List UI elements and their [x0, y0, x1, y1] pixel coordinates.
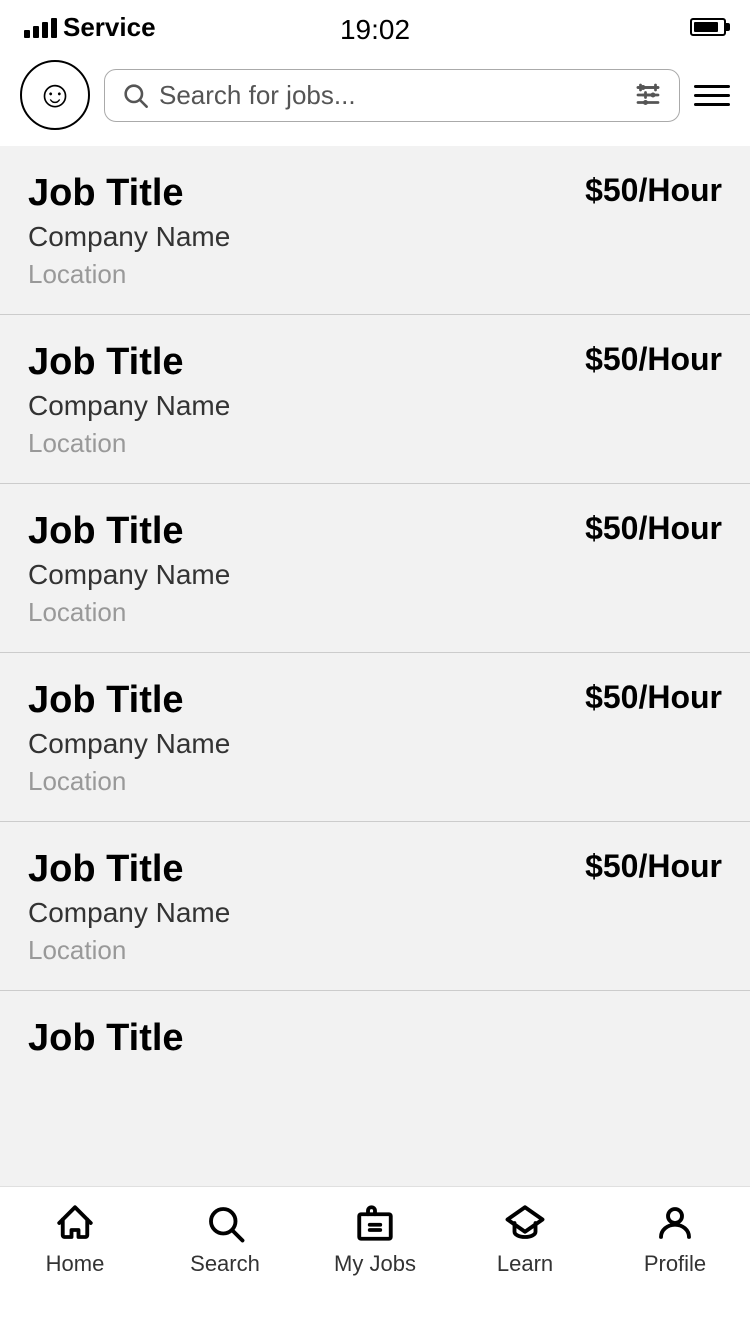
nav-label-myjobs: My Jobs: [334, 1251, 416, 1277]
job-company: Company Name: [28, 728, 722, 760]
menu-button[interactable]: [694, 85, 730, 106]
app-header: ☺ Search for jobs...: [0, 50, 750, 146]
job-salary: $50/Hour: [585, 510, 722, 547]
nav-label-search: Search: [190, 1251, 260, 1277]
job-company: Company Name: [28, 221, 722, 253]
nav-item-myjobs[interactable]: My Jobs: [300, 1201, 450, 1277]
job-location: Location: [28, 766, 722, 797]
carrier-label: Service: [63, 12, 156, 43]
carrier-info: Service: [24, 12, 156, 43]
job-header-row: Job Title $50/Hour: [28, 341, 722, 384]
job-location: Location: [28, 935, 722, 966]
status-time: 19:02: [340, 14, 410, 46]
search-input[interactable]: Search for jobs...: [159, 80, 623, 111]
search-nav-icon: [203, 1201, 247, 1245]
job-salary: $50/Hour: [585, 679, 722, 716]
job-header-row: Job Title $50/Hour: [28, 510, 722, 553]
job-salary: $50/Hour: [585, 341, 722, 378]
job-company: Company Name: [28, 390, 722, 422]
job-location: Location: [28, 259, 722, 290]
job-title: Job Title: [28, 341, 184, 384]
search-bar[interactable]: Search for jobs...: [104, 69, 680, 122]
logo-face-icon: ☺: [36, 76, 75, 114]
job-location: Location: [28, 428, 722, 459]
job-title: Job Title: [28, 172, 184, 215]
myjobs-icon: [353, 1201, 397, 1245]
job-header-row: Job Title $50/Hour: [28, 172, 722, 215]
job-list: Job Title $50/Hour Company Name Location…: [0, 146, 750, 991]
job-title: Job Title: [28, 848, 184, 891]
nav-label-home: Home: [46, 1251, 105, 1277]
bottom-nav: Home Search My Jobs Lea: [0, 1186, 750, 1334]
job-item-partial[interactable]: Job Title: [0, 991, 750, 1071]
nav-item-learn[interactable]: Learn: [450, 1201, 600, 1277]
nav-label-profile: Profile: [644, 1251, 706, 1277]
home-icon: [53, 1201, 97, 1245]
job-item[interactable]: Job Title $50/Hour Company Name Location: [0, 315, 750, 484]
nav-label-learn: Learn: [497, 1251, 553, 1277]
nav-item-profile[interactable]: Profile: [600, 1201, 750, 1277]
job-item[interactable]: Job Title $50/Hour Company Name Location: [0, 484, 750, 653]
job-item[interactable]: Job Title $50/Hour Company Name Location: [0, 146, 750, 315]
job-title: Job Title: [28, 510, 184, 553]
job-item[interactable]: Job Title $50/Hour Company Name Location: [0, 822, 750, 991]
learn-icon: [503, 1201, 547, 1245]
job-company: Company Name: [28, 559, 722, 591]
job-item[interactable]: Job Title $50/Hour Company Name Location: [0, 653, 750, 822]
signal-icon: [24, 16, 57, 38]
partial-job-title: Job Title: [28, 1017, 184, 1059]
job-company: Company Name: [28, 897, 722, 929]
job-salary: $50/Hour: [585, 848, 722, 885]
nav-item-home[interactable]: Home: [0, 1201, 150, 1277]
nav-item-search[interactable]: Search: [150, 1201, 300, 1277]
job-title: Job Title: [28, 679, 184, 722]
job-header-row: Job Title $50/Hour: [28, 848, 722, 891]
status-bar: Service 19:02: [0, 0, 750, 50]
job-salary: $50/Hour: [585, 172, 722, 209]
search-icon: [121, 81, 149, 109]
battery-icon: [690, 18, 726, 36]
app-logo[interactable]: ☺: [20, 60, 90, 130]
filter-icon[interactable]: [633, 80, 663, 110]
job-header-row: Job Title $50/Hour: [28, 679, 722, 722]
profile-icon: [653, 1201, 697, 1245]
job-location: Location: [28, 597, 722, 628]
